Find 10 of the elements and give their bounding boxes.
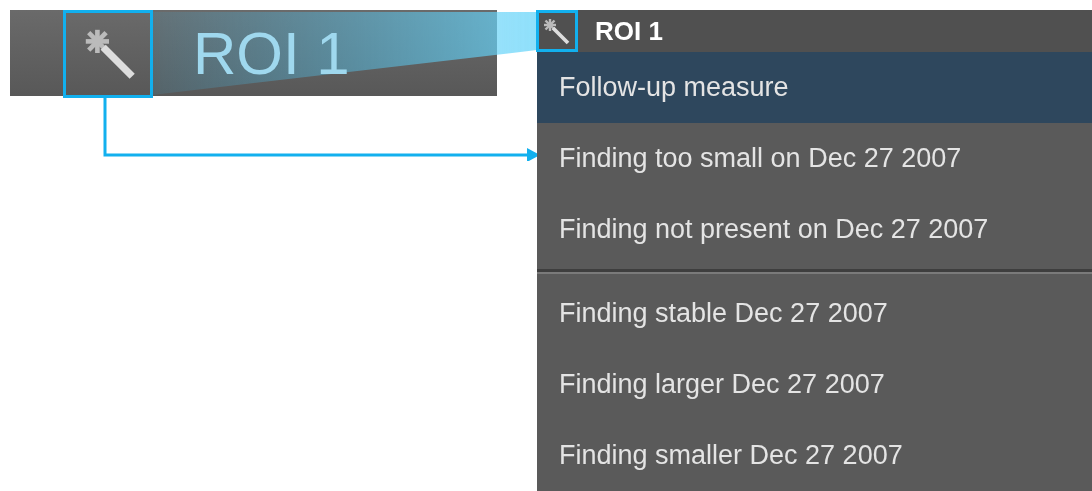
menu-item[interactable]: Finding larger Dec 27 2007 — [537, 349, 1092, 420]
menu-item[interactable]: Finding stable Dec 27 2007 — [537, 278, 1092, 349]
highlight-frame — [536, 10, 578, 52]
roi-label: ROI 1 — [193, 18, 350, 88]
menu-title: ROI 1 — [595, 15, 663, 47]
magic-wand-icon — [541, 16, 571, 46]
menu-item[interactable]: Finding too small on Dec 27 2007 — [537, 123, 1092, 194]
menu-item[interactable]: Follow-up measure — [537, 52, 1092, 123]
menu-item[interactable]: Finding smaller Dec 27 2007 — [537, 420, 1092, 491]
menu-item[interactable]: Finding not present on Dec 27 2007 — [537, 194, 1092, 265]
